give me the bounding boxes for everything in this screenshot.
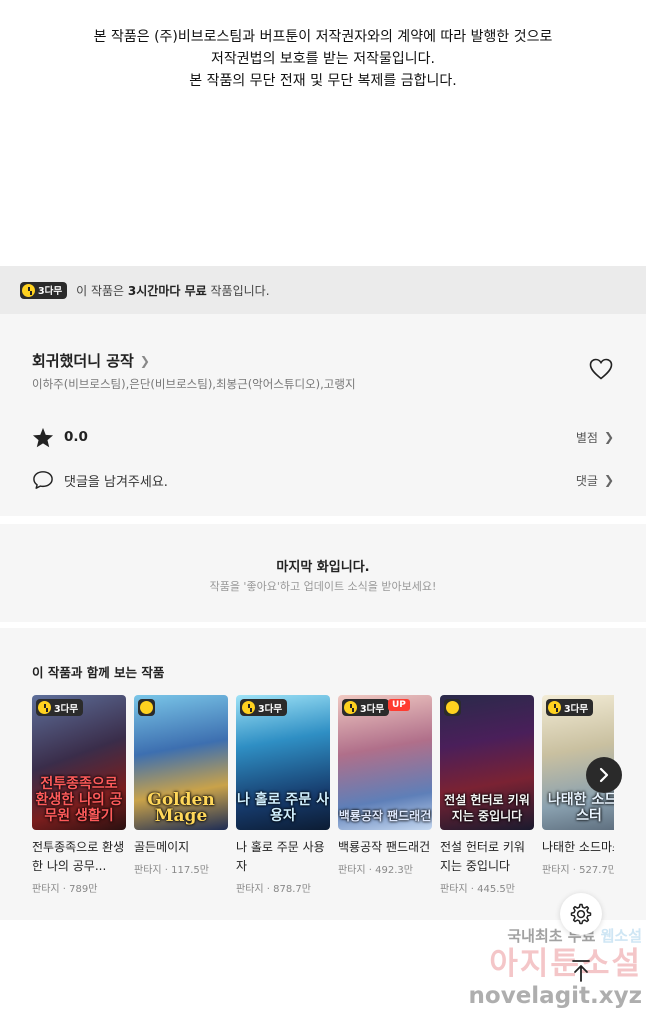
recommendations-title: 이 작품과 함께 보는 작품: [32, 665, 165, 680]
clock-icon: [548, 701, 561, 714]
card-meta: 판타지 · 527.7만: [542, 865, 614, 876]
copyright-line: 본 작품은 (주)비브로스팀과 버프툰이 저작권자와의 계약에 따라 발행한 것…: [93, 29, 553, 45]
chevron-right-icon: ❯: [603, 430, 614, 444]
copyright-line: 본 작품의 무단 전재 및 무단 복제를 금합니다.: [189, 73, 457, 89]
rating-row: 0.0 별점 ❯: [32, 424, 614, 450]
rate-label: 별점: [575, 430, 598, 445]
cover-image: 전설 헌터로 키워지는 중입니다: [440, 695, 534, 830]
work-authors: 이하주(비브로스팀),은단(비브로스팀),최봉근(악어스튜디오),고랭지: [32, 377, 356, 391]
free-banner-highlight: 3시간마다 무료: [127, 283, 207, 298]
rate-button[interactable]: 별점 ❯: [576, 429, 614, 446]
cover-title-art: 나 홀로 주문 사용자: [237, 792, 329, 824]
clock-icon: [22, 283, 35, 297]
free-banner-prefix: 이 작품은: [76, 283, 125, 298]
recommendations-section: 이 작품과 함께 보는 작품 3다무 전투종족으로 환생한 나의 공무원 생활기…: [0, 628, 646, 920]
recommendation-card[interactable]: 3다무 UP 백룡공작 팬드래건 백룡공작 팬드래건 판타지 · 492.3만: [338, 695, 432, 876]
clock-icon: [138, 699, 155, 716]
work-title: 회귀했더니 공작: [32, 352, 134, 370]
cover-image: 3다무 전투종족으로 환생한 나의 공무원 생활기: [32, 695, 126, 830]
watermark: 국내최초 무료 웹소설 아지툰소설 novelagit.xyz: [420, 925, 642, 1010]
wait-free-badge: 3다무: [342, 699, 390, 716]
cover-image: 3다무 나 홀로 주문 사용자: [236, 695, 330, 830]
card-title: 골든메이지: [134, 840, 190, 854]
comments-label: 댓글: [575, 473, 598, 488]
work-title-link[interactable]: 회귀했더니 공작 ❯: [32, 350, 150, 371]
viewer-settings-button[interactable]: [560, 893, 602, 935]
up-badge: UP: [388, 699, 410, 711]
last-episode-section: 마지막 화입니다. 작품을 '좋아요'하고 업데이트 소식을 받아보세요!: [0, 516, 646, 628]
card-meta: 판타지 · 492.3만: [338, 865, 413, 876]
comment-row: 댓글을 남겨주세요. 댓글 ❯: [32, 467, 614, 493]
clock-icon: [344, 701, 357, 714]
comment-placeholder: 댓글을 남겨주세요.: [64, 474, 168, 490]
last-episode-title: 마지막 화입니다.: [276, 560, 370, 575]
chevron-right-icon: ❯: [603, 473, 614, 487]
watermark-logo-text: 아지툰소설: [489, 946, 642, 982]
card-title: 백룡공작 팬드래건: [338, 840, 431, 854]
recommendation-carousel: 3다무 전투종족으로 환생한 나의 공무원 생활기 전투종족으로 환생한 나의 …: [32, 695, 614, 905]
cover-title-art: 전설 헌터로 키워지는 중입니다: [444, 793, 530, 823]
wait-free-badge: 3다무: [240, 699, 288, 716]
star-icon: [32, 427, 54, 447]
clock-icon: [242, 701, 255, 714]
card-meta: 판타지 · 878.7만: [236, 884, 311, 895]
watermark-line: 국내최초 무료 웹소설: [507, 927, 642, 945]
wait-free-badge: 3다무: [36, 699, 84, 716]
work-info-section: 회귀했더니 공작 ❯ 이하주(비브로스팀),은단(비브로스팀),최봉근(악어스튜…: [0, 314, 646, 516]
cover-title-art: 나태한 소드마스터: [547, 792, 614, 824]
comment-icon: [33, 471, 53, 489]
free-every-3h-banner: 3다무 이 작품은 3시간마다 무료 작품입니다.: [0, 266, 646, 314]
copyright-line: 저작권법의 보호를 받는 저작물입니다.: [211, 51, 435, 67]
recommendation-card[interactable]: 3다무 전투종족으로 환생한 나의 공무원 생활기 전투종족으로 환생한 나의 …: [32, 695, 126, 895]
heart-icon[interactable]: [589, 358, 613, 380]
clock-icon: [444, 699, 461, 716]
comment-input-prompt[interactable]: 댓글을 남겨주세요.: [32, 470, 168, 490]
chevron-right-icon: ❯: [139, 353, 150, 368]
recommendation-card[interactable]: Golden Mage 골든메이지 판타지 · 117.5만: [134, 695, 228, 876]
cover-title-art: Golden Mage: [147, 790, 215, 826]
cover-image: 3다무 UP 백룡공작 팬드래건: [338, 695, 432, 830]
card-meta: 판타지 · 789만: [32, 884, 98, 895]
card-title: 나 홀로 주문 사용자: [236, 840, 325, 873]
card-title: 전투종족으로 환생한 나의 공무...: [32, 840, 125, 873]
clock-icon: [38, 701, 51, 714]
recommendation-card[interactable]: 3다무 나 홀로 주문 사용자 나 홀로 주문 사용자 판타지 · 878.7만: [236, 695, 330, 895]
recommendation-card[interactable]: 전설 헌터로 키워지는 중입니다 전설 헌터로 키워지는 중입니다 판타지 · …: [440, 695, 534, 895]
gear-icon: [570, 903, 592, 925]
wait-free-badge: 3다무: [546, 699, 594, 716]
card-title: 전설 헌터로 키워지는 중입니다: [440, 840, 525, 873]
card-title: 나태한 소드마스터: [542, 840, 614, 854]
cover-title-art: 백룡공작 팬드래건: [338, 809, 432, 823]
chevron-right-icon: [599, 767, 609, 783]
rating-score: 0.0: [64, 429, 88, 445]
card-meta: 판타지 · 117.5만: [134, 865, 209, 876]
cover-image: Golden Mage: [134, 695, 228, 830]
carousel-next-button[interactable]: [586, 757, 622, 793]
free-banner-suffix: 작품입니다.: [210, 283, 270, 298]
comments-button[interactable]: 댓글 ❯: [576, 472, 614, 489]
copyright-notice: 본 작품은 (주)비브로스팀과 버프툰이 저작권자와의 계약에 따라 발행한 것…: [0, 26, 646, 92]
wait-free-badge: 3다무: [20, 281, 68, 299]
arrow-up-icon: [572, 960, 590, 982]
watermark-url: novelagit.xyz: [468, 983, 642, 1009]
last-episode-subtitle: 작품을 '좋아요'하고 업데이트 소식을 받아보세요!: [209, 580, 437, 593]
cover-title-art: 전투종족으로 환생한 나의 공무원 생활기: [35, 776, 123, 824]
card-meta: 판타지 · 445.5만: [440, 884, 515, 895]
scroll-to-top-button[interactable]: [560, 950, 602, 992]
